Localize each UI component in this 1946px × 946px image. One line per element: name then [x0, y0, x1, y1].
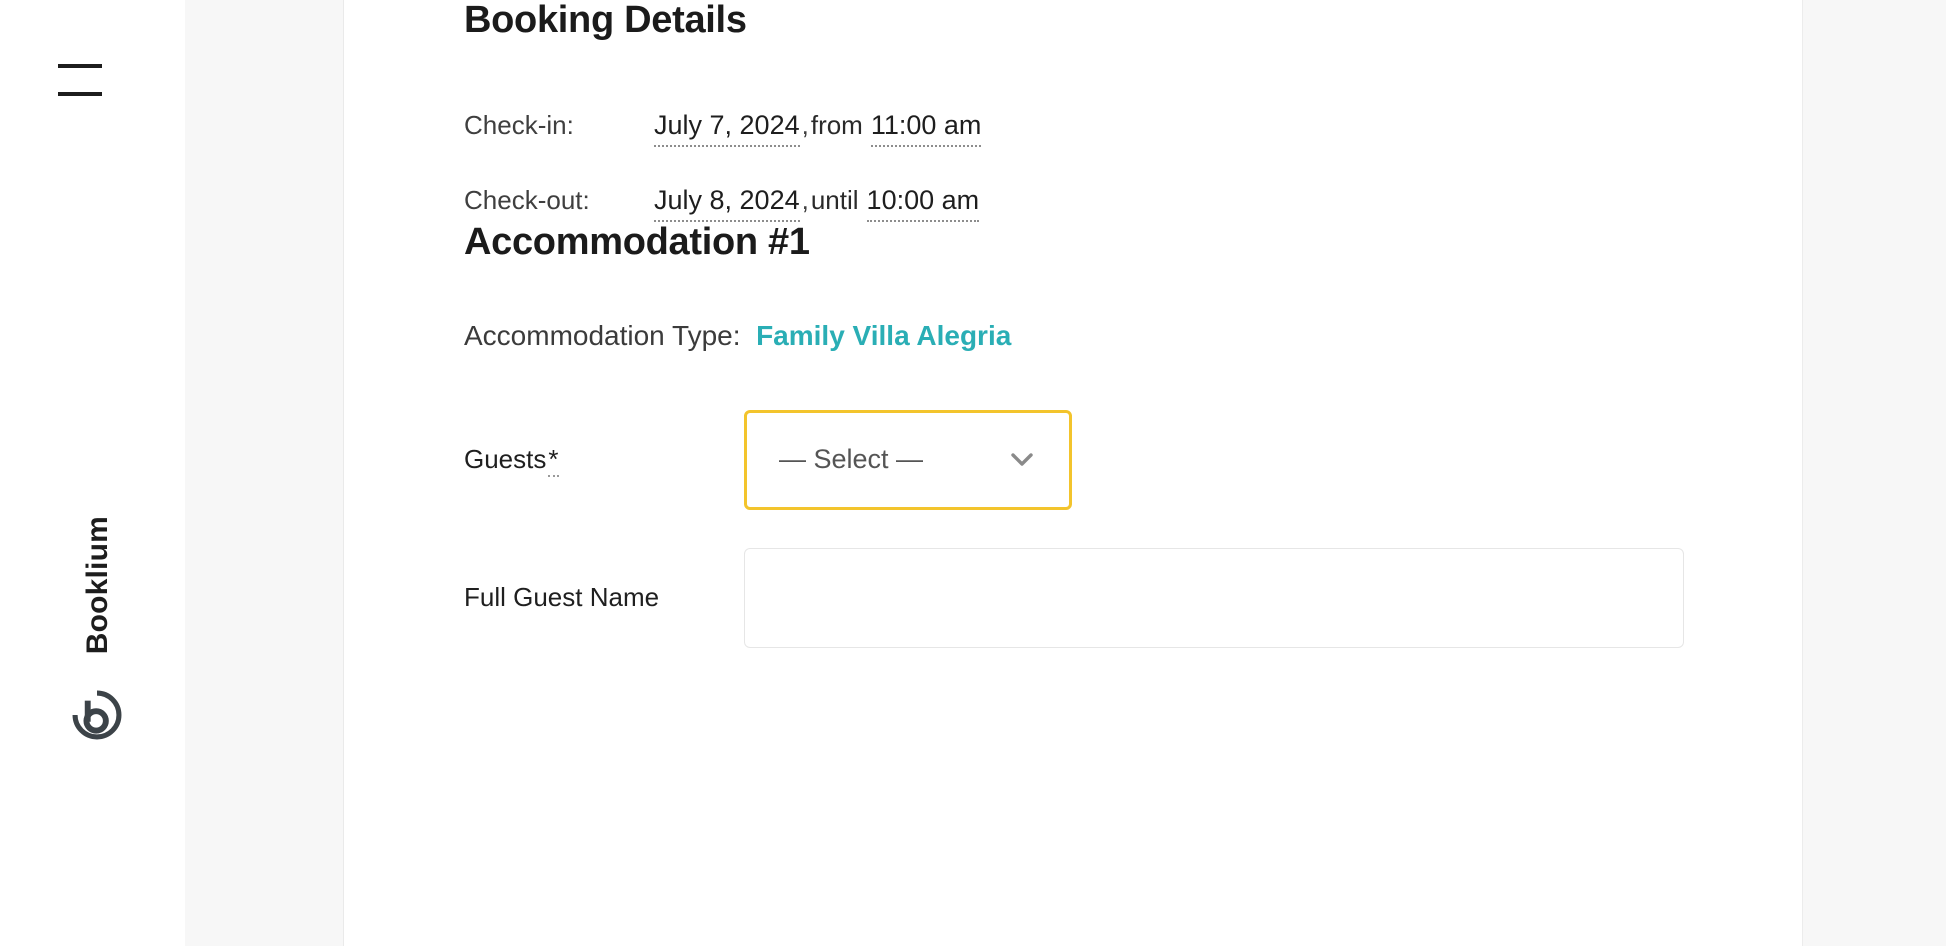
- booklium-logo-icon[interactable]: [70, 688, 124, 742]
- booking-details-heading: Booking Details: [464, 0, 747, 41]
- accommodation-type-row: Accommodation Type: Family Villa Alegria: [464, 320, 1738, 352]
- full-guest-name-row: Full Guest Name: [464, 547, 1738, 648]
- hamburger-bar-bottom: [58, 92, 102, 96]
- guests-label-text: Guests: [464, 444, 547, 475]
- full-guest-name-input[interactable]: [744, 547, 1684, 648]
- hamburger-menu-icon[interactable]: [58, 60, 102, 96]
- main-content: Booking Details Check-in: July 7, 2024 ,…: [344, 0, 1802, 946]
- check-in-row: Check-in: July 7, 2024 , from 11:00 am: [464, 108, 1738, 147]
- check-in-conjunction: from: [810, 109, 863, 140]
- brand-stack: Booklium: [0, 516, 185, 946]
- guests-label: Guests*: [464, 444, 744, 478]
- hamburger-bar-top: [58, 64, 102, 68]
- check-in-label: Check-in:: [464, 109, 574, 140]
- check-out-comma: ,: [801, 184, 809, 215]
- check-in-comma: ,: [801, 109, 809, 140]
- brand-wordmark: Booklium: [80, 516, 114, 655]
- brand-rail: Booklium: [0, 0, 185, 946]
- check-out-date: July 8, 2024: [654, 183, 800, 222]
- guests-select[interactable]: — Select —: [744, 409, 1072, 510]
- check-out-row: Check-out: July 8, 2024 , until 10:00 am: [464, 183, 1738, 222]
- check-out-conjunction: until: [810, 184, 859, 215]
- check-out-label: Check-out:: [464, 184, 590, 215]
- accommodation-heading: Accommodation #1: [464, 220, 810, 263]
- guests-field-row: Guests* — Select —: [464, 409, 1738, 510]
- guests-required-marker: *: [548, 444, 559, 478]
- check-in-time: 11:00 am: [870, 108, 982, 147]
- accommodation-type-value: Family Villa Alegria: [756, 319, 1012, 351]
- booking-form-page: Booklium Booking Details Check-in: July …: [0, 0, 1946, 946]
- full-guest-name-label: Full Guest Name: [464, 582, 660, 613]
- check-out-time: 10:00 am: [866, 183, 980, 222]
- chevron-down-icon: [1011, 453, 1033, 466]
- accommodation-type-label: Accommodation Type:: [464, 319, 741, 351]
- right-gutter: [1802, 0, 1946, 946]
- check-in-date: July 7, 2024: [654, 108, 800, 147]
- left-gutter: [185, 0, 344, 946]
- guests-select-value: — Select —: [779, 444, 924, 475]
